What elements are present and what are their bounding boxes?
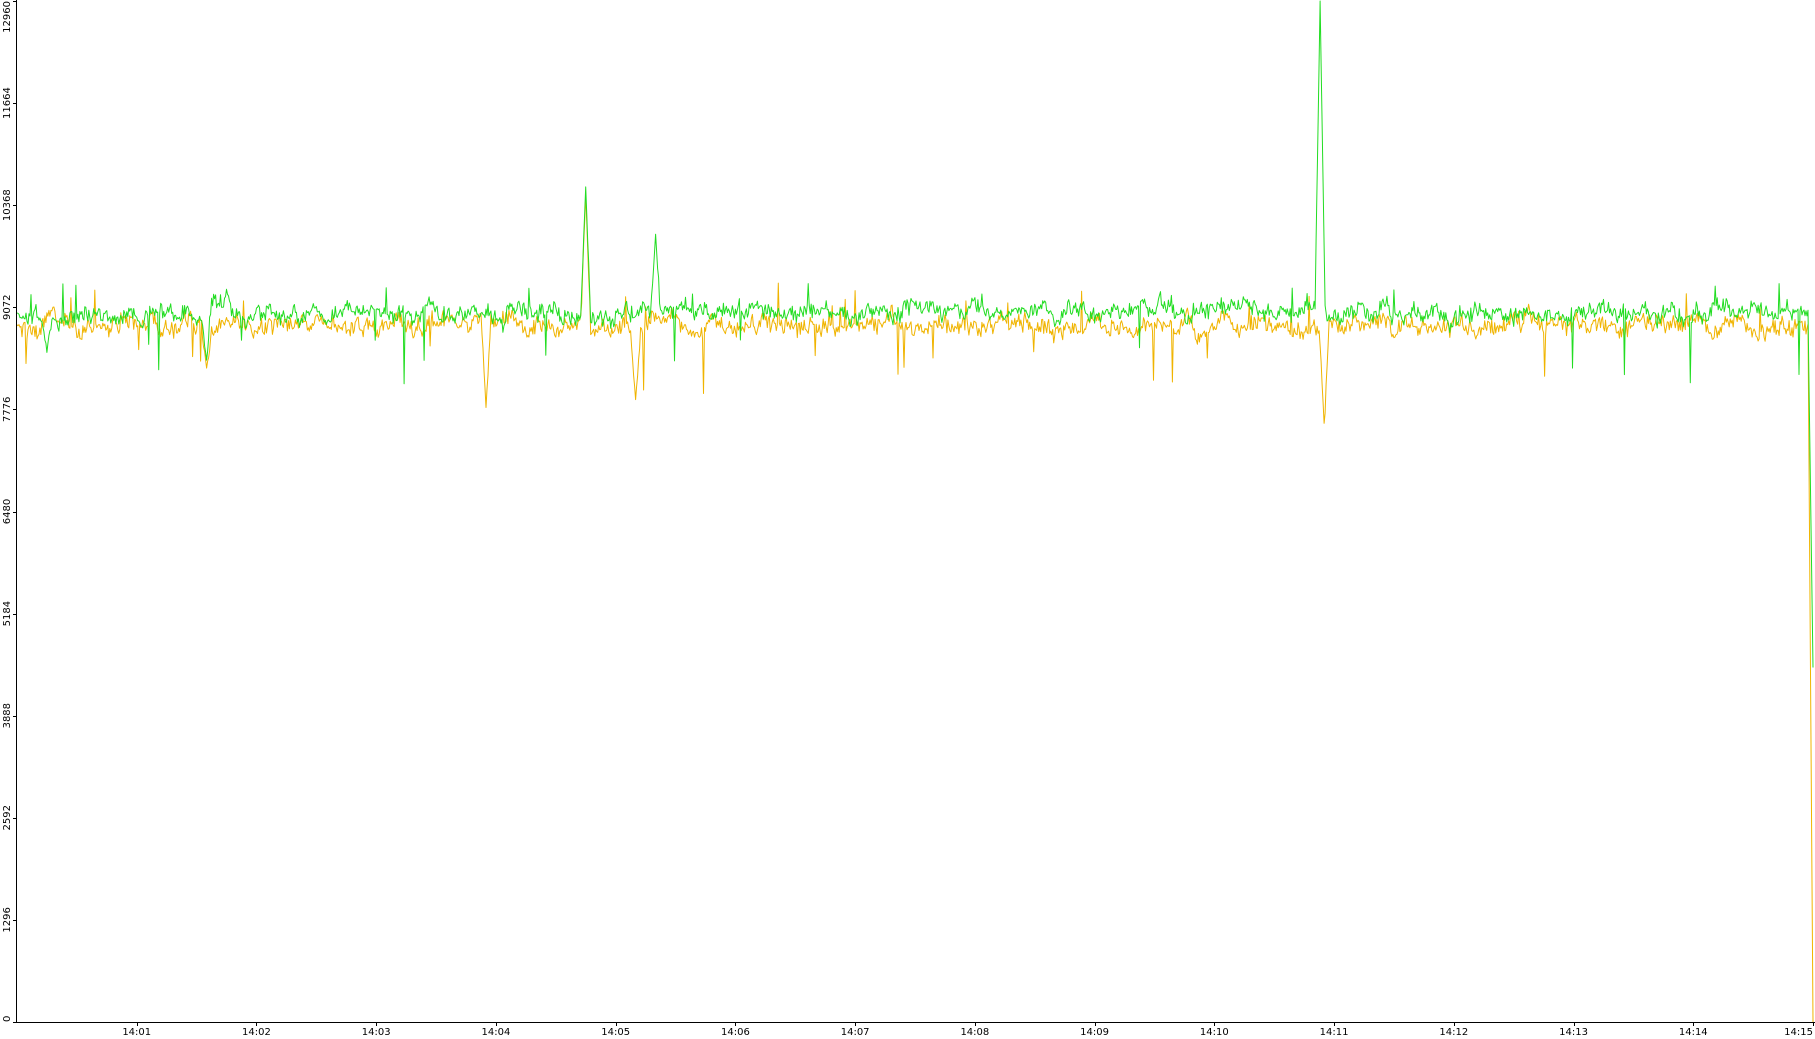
x-tick-label: 14:09 — [1080, 1027, 1109, 1038]
line-chart: 0 1296 2592 3888 5184 6480 7776 9072 10368 11664 1… — [2, 0, 1815, 1038]
x-tick-label: 14:07 — [841, 1027, 870, 1038]
x-tick-label: 14:04 — [482, 1027, 511, 1038]
x-tick-label: 14:15 — [1784, 1027, 1813, 1038]
x-tick-label: 14:06 — [721, 1027, 750, 1038]
x-tick-label: 14:14 — [1679, 1027, 1708, 1038]
x-tick-label: 14:03 — [362, 1027, 391, 1038]
y-tick-label: 0 — [2, 1016, 13, 1022]
x-tick-label: 14:13 — [1559, 1027, 1588, 1038]
y-axis-ticks: 0 1296 2592 3888 5184 6480 7776 9072 10368 11664 1… — [2, 1, 17, 1023]
x-tick-label: 14:08 — [960, 1027, 989, 1038]
x-tick-label: 14:02 — [242, 1027, 271, 1038]
x-axis-ticks: 14:01 14:02 14:03 14:04 14:05 14:06 14:07 14:08… — [122, 1022, 1814, 1038]
y-tick-label: 3888 — [2, 703, 13, 728]
x-tick-label: 14:10 — [1200, 1027, 1229, 1038]
y-tick-label: 9072 — [2, 295, 13, 320]
x-tick-label: 14:05 — [601, 1027, 630, 1038]
series-layer — [16, 0, 1814, 1023]
y-tick-label: 1296 — [2, 907, 13, 932]
y-tick-label: 5184 — [2, 601, 13, 626]
y-tick-label: 6480 — [2, 499, 13, 524]
y-tick-label: 12960 — [2, 1, 13, 33]
y-tick-label: 10368 — [2, 189, 13, 221]
y-tick-label: 11664 — [2, 87, 13, 119]
x-tick-label: 14:01 — [122, 1027, 151, 1038]
x-tick-label: 14:11 — [1320, 1027, 1349, 1038]
x-tick-label: 14:12 — [1439, 1027, 1468, 1038]
y-tick-label: 7776 — [2, 397, 13, 422]
y-tick-label: 2592 — [2, 805, 13, 830]
